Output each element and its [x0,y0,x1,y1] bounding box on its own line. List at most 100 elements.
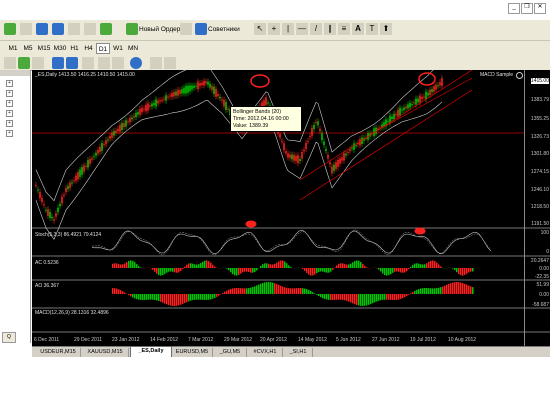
tab-cvx[interactable]: #CVX,H1 [248,348,283,357]
vertical-line-icon[interactable]: | [282,23,294,35]
ao-bar [308,289,310,294]
market-watch-icon[interactable] [36,23,48,35]
candle-body [211,86,213,90]
label-icon[interactable]: T [366,23,378,35]
indicators-icon[interactable] [130,57,142,69]
candle-body [135,112,137,118]
period-m30[interactable]: M30 [52,43,68,54]
candle-body [337,159,339,167]
crosshair-icon[interactable]: + [268,23,280,35]
candle-body [163,98,165,100]
navigator-tab[interactable]: Q [2,332,16,343]
ac-bar [310,268,312,276]
ao-bar [334,294,336,300]
candle-body [173,92,175,97]
horizontal-line-icon[interactable]: — [296,23,308,35]
zoom-out-icon[interactable] [66,57,78,69]
period-m15[interactable]: M15 [36,43,52,54]
period-h4[interactable]: H4 [82,43,95,54]
restore-icon[interactable]: ❐ [521,3,533,14]
candle-body [215,88,217,97]
tree-expand-icon[interactable]: + [6,100,13,107]
ac-bar [160,268,162,276]
new-order-icon[interactable] [126,23,138,35]
minimize-icon[interactable]: _ [508,3,520,14]
tab-usdeur[interactable]: USDEUR,M15 [36,348,81,357]
profiles-icon[interactable] [20,23,32,35]
history-center-icon[interactable] [100,23,112,35]
candle-body [353,143,355,150]
tree-expand-icon[interactable]: + [6,130,13,137]
ac-bar [452,268,454,269]
date-label: 19 Jul 2012 [410,337,436,343]
ao-bar [140,294,142,300]
meta-editor-icon[interactable] [180,23,192,35]
tab-si[interactable]: _SI,H1 [284,348,313,357]
tester-icon[interactable] [84,23,96,35]
period-m1[interactable]: M1 [6,43,20,54]
ao-bar [124,292,126,294]
cursor-icon[interactable]: ↖ [254,23,266,35]
tile-windows-icon[interactable] [82,57,94,69]
period-d1[interactable]: D1 [96,43,110,54]
tab-eurusd[interactable]: EURUSD,M5 [172,348,213,357]
candle-body [69,182,71,188]
zoom-in-icon[interactable] [52,57,64,69]
ao-bar [168,294,170,306]
ao-bar [198,294,200,300]
arrows-icon[interactable]: ⬆ [380,23,392,35]
candle-body [103,144,105,146]
close-icon[interactable]: ✕ [534,3,546,14]
new-chart-icon[interactable] [4,23,16,35]
line-chart-icon[interactable] [32,57,44,69]
fibo-icon[interactable]: ≡ [338,23,350,35]
advisors-icon[interactable] [195,23,207,35]
period-m5[interactable]: M5 [21,43,35,54]
ac-bar [184,266,186,268]
tree-expand-icon[interactable]: + [6,80,13,87]
candle-body [93,156,95,158]
candle-body [433,86,435,92]
ao-bar [288,288,290,294]
candle-body [155,99,157,107]
ac-bar [126,262,128,268]
ac-bar [134,262,136,268]
text-icon[interactable]: A [352,23,364,35]
tab-gu[interactable]: _GU,M5 [214,348,247,357]
ac-bar [138,266,140,268]
candle-body [91,158,93,160]
tree-expand-icon[interactable]: + [6,120,13,127]
tab-xauusd[interactable]: XAUUSD,M15 [82,348,129,357]
chart-shift-icon[interactable] [112,57,124,69]
tree-expand-icon[interactable]: + [6,110,13,117]
candlestick-icon[interactable] [18,57,30,69]
ao-bar [454,282,456,294]
ao-bar [248,288,250,294]
advisors-button[interactable]: Советники [208,24,240,36]
period-dropdown-icon[interactable] [150,57,162,69]
period-w1[interactable]: W1 [111,43,125,54]
ao-bar [184,294,186,303]
ac-bar [176,268,178,273]
period-mn[interactable]: MN [126,43,140,54]
ac-bar [172,268,174,272]
tree-expand-icon[interactable]: + [6,90,13,97]
chart-window[interactable]: _ES,Daily 1413.50 1416.25 1410.50 1415.0… [32,70,550,346]
autoscroll-icon[interactable] [98,57,110,69]
channel-icon[interactable]: ∥ [324,23,336,35]
chart-title: _ES,Daily 1413.50 1416.25 1410.50 1415.0… [35,72,135,78]
navigator-icon[interactable] [52,23,64,35]
templates-icon[interactable] [164,57,176,69]
ao-bar [398,294,400,300]
candle-body [441,78,443,86]
ac-bar [120,264,122,268]
terminal-icon[interactable] [68,23,80,35]
new-order-button[interactable]: Новый Ордер [139,24,180,36]
bar-chart-icon[interactable] [4,57,16,69]
candle-body [45,209,47,211]
annotation-circle [418,72,436,86]
period-h1[interactable]: H1 [68,43,81,54]
ao-bar [446,284,448,294]
ac-bar [468,268,470,273]
trendline-icon[interactable]: / [310,23,322,35]
